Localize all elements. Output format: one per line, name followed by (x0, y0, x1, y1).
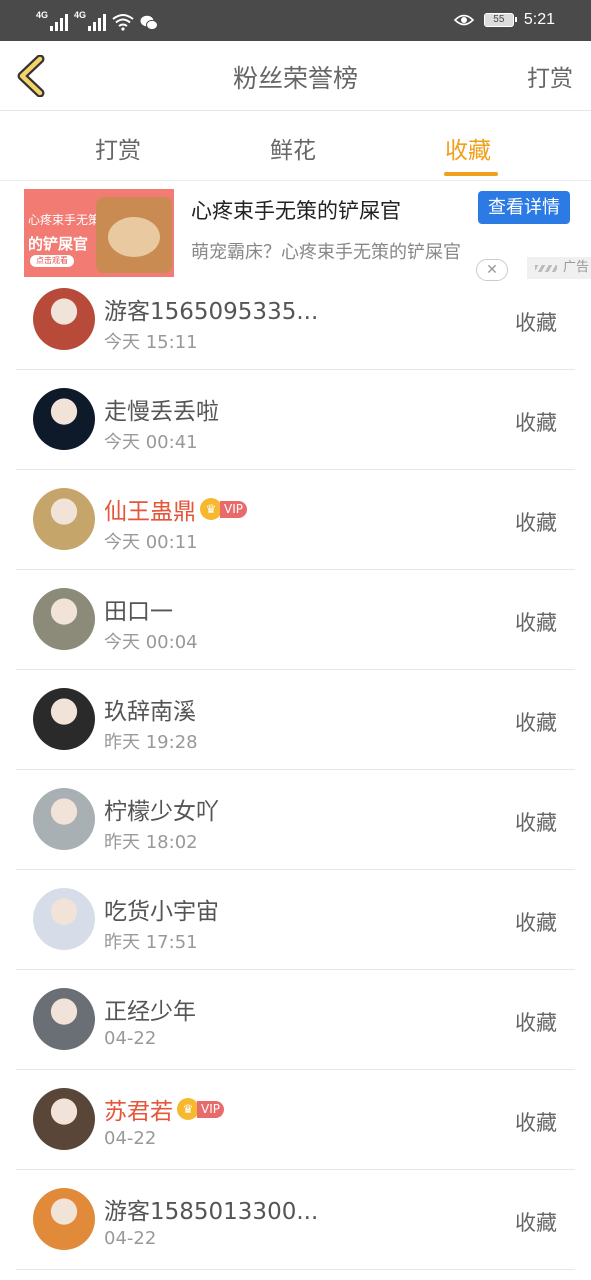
ad-description: 萌宠霸床？心疼束手无策的铲屎官 (191, 242, 461, 263)
user-name[interactable]: 游客1585013300... (104, 1192, 318, 1226)
network-type-label: 4G (74, 10, 87, 20)
name-line: 游客1565095335... (104, 292, 318, 326)
list-item[interactable]: 游客1585013300... 04-22 收藏 (0, 1170, 591, 1270)
name-line: 苏君若 ♛ VIP (104, 1092, 224, 1126)
avatar[interactable] (33, 288, 95, 350)
avatar[interactable] (33, 488, 95, 550)
avatar[interactable] (33, 1188, 95, 1250)
name-line: 正经少年 (104, 992, 196, 1026)
list-item[interactable]: 苏君若 ♛ VIP 04-22 收藏 (0, 1070, 591, 1170)
user-name[interactable]: 仙王蛊鼎 (104, 492, 196, 526)
avatar[interactable] (33, 1088, 95, 1150)
page-title: 粉丝荣誉榜 (232, 64, 358, 93)
list-item[interactable]: 游客1565095335... 今天 15:11 收藏 (0, 270, 591, 370)
avatar[interactable] (33, 988, 95, 1050)
action-label: 收藏 (515, 1111, 557, 1135)
name-line: 柠檬少女吖 (104, 792, 219, 826)
timestamp: 今天 15:11 (104, 332, 198, 353)
name-line: 田口一 (104, 592, 173, 626)
ad-image-text: 的铲屎官 (28, 235, 89, 253)
avatar[interactable] (33, 588, 95, 650)
ad-image-button: 点击观看 (30, 255, 74, 267)
eye-icon (453, 14, 474, 26)
vip-badge: VIP (220, 500, 247, 518)
dog-illustration (96, 197, 172, 273)
name-line: 吃货小宇宙 (104, 892, 219, 926)
reward-button[interactable]: 打赏 (527, 59, 573, 93)
active-tab-indicator (444, 172, 498, 176)
action-label: 收藏 (515, 511, 557, 535)
timestamp: 昨天 19:28 (104, 732, 198, 753)
avatar[interactable] (33, 388, 95, 450)
tab-bar: 打赏 鲜花 收藏 (0, 111, 591, 181)
action-label: 收藏 (515, 811, 557, 835)
action-label: 收藏 (515, 611, 557, 635)
battery-icon: 55 (483, 13, 517, 27)
user-name[interactable]: 走慢丢丢啦 (104, 392, 219, 426)
tab-reward[interactable]: 打赏 (95, 131, 141, 165)
action-label: 收藏 (515, 311, 557, 335)
action-label: 收藏 (515, 411, 557, 435)
timestamp: 今天 00:41 (104, 432, 198, 453)
action-label: 收藏 (515, 1211, 557, 1235)
list-item[interactable]: 田口一今天 00:04 收藏 (0, 570, 591, 670)
timestamp: 04-22 (104, 1028, 157, 1049)
user-name[interactable]: 游客1565095335... (104, 292, 318, 326)
user-name[interactable]: 苏君若 (104, 1092, 173, 1126)
timestamp: 今天 00:04 (104, 632, 198, 653)
title-bar: 粉丝荣誉榜 打赏 (0, 41, 591, 111)
crown-icon: ♛ (200, 498, 222, 520)
action-label: 收藏 (515, 1011, 557, 1035)
crown-icon: ♛ (177, 1098, 199, 1120)
avatar[interactable] (33, 888, 95, 950)
user-name[interactable]: 田口一 (104, 592, 173, 626)
signal-icon: 4G (36, 11, 68, 31)
wifi-icon (112, 14, 134, 31)
ad-image-text: 心疼束手无策 (28, 213, 101, 227)
list-item[interactable]: 柠檬少女吖昨天 18:02 收藏 (0, 770, 591, 870)
wechat-icon (140, 15, 158, 31)
action-label: 收藏 (515, 711, 557, 735)
ad-details-button[interactable]: 查看详情 (478, 191, 570, 224)
avatar[interactable] (33, 788, 95, 850)
list-item[interactable]: 玖辞南溪昨天 19:28 收藏 (0, 670, 591, 770)
name-line: 走慢丢丢啦 (104, 392, 219, 426)
list-item[interactable]: 仙王蛊鼎 ♛ VIP 今天 00:11 收藏 (0, 470, 591, 570)
timestamp: 04-22 (104, 1228, 157, 1249)
vip-badge: VIP (197, 1100, 224, 1118)
name-line: 游客1585013300... (104, 1192, 318, 1226)
ad-image[interactable]: 心疼束手无策 的铲屎官 点击观看 (24, 189, 174, 277)
network-type-label: 4G (36, 10, 49, 20)
avatar[interactable] (33, 688, 95, 750)
name-line: 仙王蛊鼎 ♛ VIP (104, 492, 247, 526)
list-item[interactable]: 正经少年 04-22 收藏 (0, 970, 591, 1070)
name-line: 玖辞南溪 (104, 692, 196, 726)
tab-flowers[interactable]: 鲜花 (270, 131, 316, 165)
fan-list: 游客1565095335... 今天 15:11 收藏 走慢丢丢啦 今天 00:41 收藏… (0, 270, 591, 1270)
timestamp: 昨天 17:51 (104, 932, 198, 953)
status-bar: 4G 4G 55 5:21 (0, 0, 591, 41)
list-item[interactable]: 走慢丢丢啦今天 00:41 收藏 (0, 370, 591, 470)
user-name[interactable]: 玖辞南溪 (104, 692, 196, 726)
timestamp: 昨天 18:02 (104, 832, 198, 853)
clock: 5:21 (523, 11, 555, 28)
action-label: 收藏 (515, 911, 557, 935)
signal-icon: 4G (74, 11, 106, 31)
user-name[interactable]: 正经少年 (104, 992, 196, 1026)
list-item[interactable]: 吃货小宇宙昨天 17:51 收藏 (0, 870, 591, 970)
timestamp: 今天 00:11 (104, 532, 198, 553)
timestamp: 04-22 (104, 1128, 157, 1149)
user-name[interactable]: 柠檬少女吖 (104, 792, 219, 826)
ad-title[interactable]: 心疼束手无策的铲屎官 (191, 195, 401, 225)
user-name[interactable]: 吃货小宇宙 (104, 892, 219, 926)
tab-favorites[interactable]: 收藏 (445, 131, 491, 165)
